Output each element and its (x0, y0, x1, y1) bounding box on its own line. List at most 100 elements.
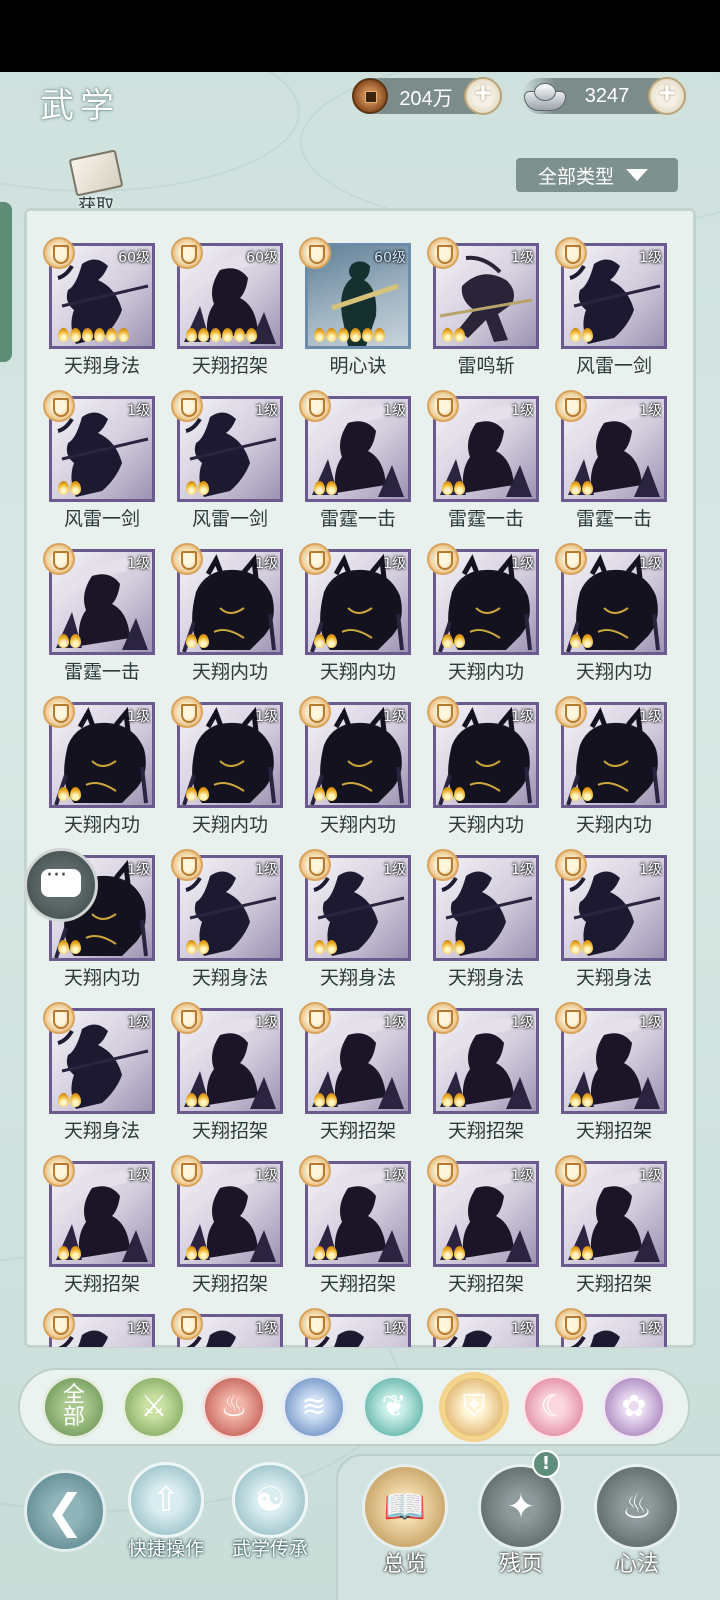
type-filter-dropdown[interactable]: 全部类型 (516, 158, 678, 192)
flame-star-icon (82, 328, 93, 342)
skill-level: 1级 (383, 556, 406, 572)
skill-level: 60级 (374, 250, 406, 266)
skill-card[interactable]: 1级 天翔招架 (171, 1002, 299, 1152)
skill-name: 天翔内功 (575, 661, 652, 683)
skill-card[interactable]: 1级 雷鸣斩 (427, 237, 555, 387)
flame-star-icon (106, 328, 117, 342)
skill-card[interactable]: 60级 天翔身法 (43, 237, 171, 387)
mind-method-tab[interactable]: ♨ (594, 1464, 680, 1550)
chat-button[interactable] (24, 848, 98, 922)
skill-level: 1级 (383, 1168, 406, 1184)
star-rating (570, 940, 593, 956)
skill-card[interactable]: 1级 天翔内功 (555, 543, 683, 693)
skill-name: 天翔内功 (63, 967, 140, 989)
skill-name: 雷霆一击 (575, 508, 652, 530)
category-blue[interactable]: ≋ (282, 1375, 346, 1439)
flame-star-icon (314, 328, 325, 342)
shield-badge-icon (427, 849, 459, 881)
skill-level: 1级 (383, 403, 406, 419)
sword-icon: ⚔ (140, 1389, 168, 1424)
shield-badge-icon (299, 1155, 331, 1187)
flame-star-icon (198, 1093, 209, 1107)
skill-level: 1级 (127, 862, 150, 878)
skill-card[interactable]: 1级 天翔招架 (299, 1002, 427, 1152)
skill-card[interactable]: 1级 (43, 1308, 171, 1347)
star-rating (314, 328, 385, 344)
star-rating (186, 1246, 209, 1262)
skill-card[interactable]: 1级 天翔内功 (171, 543, 299, 693)
skill-name: 天翔身法 (63, 355, 140, 377)
rose-icon: ✿ (621, 1389, 647, 1424)
skill-card[interactable]: 1级 风雷一剑 (555, 237, 683, 387)
skill-card[interactable]: 1级 天翔内功 (299, 543, 427, 693)
flame-star-icon (186, 787, 197, 801)
skill-card[interactable]: 1级雷霆一击 (299, 390, 427, 540)
category-green[interactable]: ⚔ (122, 1375, 186, 1439)
skill-card[interactable]: 1级 天翔招架 (43, 1155, 171, 1305)
star-rating (570, 1246, 593, 1262)
skill-card[interactable]: 1级 天翔身法 (427, 849, 555, 999)
skill-name: 天翔内功 (191, 814, 268, 836)
flame-star-icon (326, 328, 337, 342)
skill-name: 雷霆一击 (319, 508, 396, 530)
skill-card[interactable]: 60级 明心诀 (299, 237, 427, 387)
flame-star-icon (70, 481, 81, 495)
skill-card[interactable]: 1级 风雷一剑 (171, 390, 299, 540)
skill-card[interactable]: 1级 天翔内功 (555, 696, 683, 846)
flame-star-icon (326, 481, 337, 495)
skill-card[interactable]: 1级 天翔身法 (43, 1002, 171, 1152)
flame-star-icon (326, 787, 337, 801)
skill-card[interactable]: 1级 天翔内功 (427, 696, 555, 846)
skill-name: 天翔身法 (191, 967, 268, 989)
skill-card[interactable]: 1级 天翔招架 (555, 1155, 683, 1305)
add-coins-button[interactable]: + (464, 77, 502, 115)
flame-star-icon (582, 940, 593, 954)
inherit-label: 武学传承 (231, 1538, 308, 1560)
star-rating (58, 787, 81, 803)
shield-badge-icon (299, 543, 331, 575)
side-drawer-handle[interactable] (0, 202, 12, 362)
skill-card[interactable]: 1级 天翔内功 (299, 696, 427, 846)
skill-name: 天翔身法 (319, 967, 396, 989)
star-rating (442, 481, 465, 497)
flame-star-icon (570, 1093, 581, 1107)
skill-name: 天翔身法 (63, 1120, 140, 1142)
skill-card[interactable]: 1级 (555, 1308, 683, 1347)
skill-card[interactable]: 1级 天翔身法 (555, 849, 683, 999)
silver-ingot-icon (522, 79, 566, 113)
skill-card[interactable]: 1级 雷霆一击 (43, 543, 171, 693)
inherit-button[interactable]: ☯ (232, 1462, 308, 1538)
skill-card[interactable]: 1级 天翔招架 (555, 1002, 683, 1152)
skill-card[interactable]: 1级 天翔身法 (171, 849, 299, 999)
category-purple[interactable]: ✿ (602, 1375, 666, 1439)
skill-card[interactable]: 1级 天翔内功 (43, 696, 171, 846)
skill-name: 天翔招架 (319, 1120, 396, 1142)
skill-card[interactable]: 1级 天翔身法 (299, 849, 427, 999)
skill-card[interactable]: 1级 雷霆一击 (427, 390, 555, 540)
category-red[interactable]: ♨ (202, 1375, 266, 1439)
quick-ops-button[interactable]: ⇧ (128, 1462, 204, 1538)
skill-card[interactable]: 1级 天翔内功 (427, 543, 555, 693)
skill-card[interactable]: 1级 天翔内功 (171, 696, 299, 846)
flame-star-icon (442, 481, 453, 495)
skill-card[interactable]: 1级 (427, 1308, 555, 1347)
shield-badge-icon (171, 237, 203, 269)
skill-card[interactable]: 1级 天翔招架 (299, 1155, 427, 1305)
category-pink[interactable]: ☾ (522, 1375, 586, 1439)
category-all[interactable]: 全部 (42, 1375, 106, 1439)
skill-card[interactable]: 1级 (171, 1308, 299, 1347)
skill-card[interactable]: 60级 天翔招架 (171, 237, 299, 387)
back-button[interactable]: ❮ (24, 1470, 106, 1552)
category-teal[interactable]: ❦ (362, 1375, 426, 1439)
skill-card[interactable]: 1级 天翔招架 (171, 1155, 299, 1305)
category-gold[interactable]: ⛨ (442, 1375, 506, 1439)
skill-card[interactable]: 1级 雷霆一击 (555, 390, 683, 540)
add-silver-button[interactable]: + (648, 77, 686, 115)
skill-card[interactable]: 1级 天翔招架 (427, 1002, 555, 1152)
skill-card[interactable]: 1级 风雷一剑 (43, 390, 171, 540)
overview-tab[interactable]: 📖 (362, 1464, 448, 1550)
skill-name: 风雷一剑 (575, 355, 652, 377)
skill-card[interactable]: 1级 (299, 1308, 427, 1347)
skill-card[interactable]: 1级 天翔招架 (427, 1155, 555, 1305)
skill-level: 1级 (511, 403, 534, 419)
